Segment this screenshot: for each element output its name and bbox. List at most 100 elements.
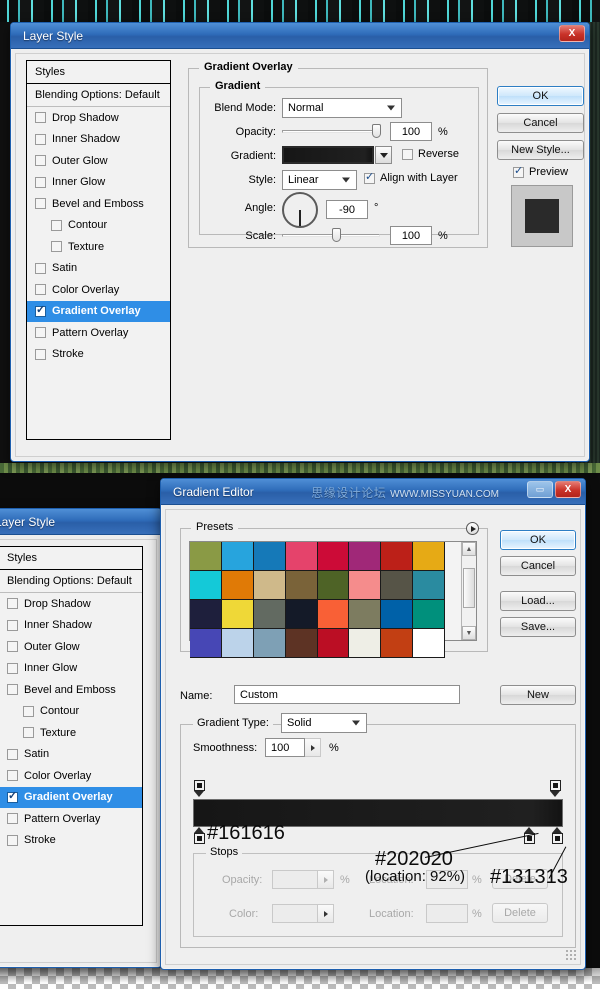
close-icon[interactable]: X [559, 25, 585, 42]
preset-swatch[interactable] [285, 571, 318, 600]
preset-swatch[interactable] [190, 571, 222, 600]
align-with-layer-checkbox[interactable] [364, 171, 375, 184]
preset-swatch[interactable] [253, 629, 286, 658]
preset-swatch[interactable] [381, 571, 414, 600]
checkbox-icon[interactable] [35, 304, 46, 317]
checkbox-icon[interactable] [7, 598, 18, 610]
preset-swatch[interactable] [221, 542, 254, 571]
style-row[interactable]: Gradient Overlay [27, 300, 170, 322]
style-row[interactable]: Color Overlay [0, 765, 142, 787]
style-row[interactable]: Stroke [0, 830, 142, 852]
preset-swatch[interactable] [285, 542, 318, 571]
stop-delete-button-2[interactable]: Delete [492, 903, 548, 923]
smoothness-spinner[interactable] [305, 738, 321, 757]
blend-mode-select[interactable]: Normal [282, 98, 402, 118]
opacity-stop-right[interactable] [549, 780, 562, 797]
preset-swatch[interactable] [349, 542, 382, 571]
preset-swatch[interactable] [253, 571, 286, 600]
scale-input[interactable]: 100 [390, 226, 432, 245]
checkbox-icon[interactable] [7, 641, 18, 653]
style-row[interactable]: Texture [0, 722, 142, 744]
blending-options-row-2[interactable]: Blending Options: Default [0, 570, 142, 593]
scrollbar-thumb[interactable] [463, 568, 475, 608]
checkbox-icon[interactable] [35, 176, 46, 188]
style-row[interactable]: Drop Shadow [0, 593, 142, 615]
preset-swatch[interactable] [317, 629, 350, 658]
preset-swatch[interactable] [381, 542, 414, 571]
gradient-ok-button[interactable]: OK [500, 530, 576, 550]
preset-swatch[interactable] [349, 600, 382, 629]
preset-swatch[interactable] [413, 629, 445, 658]
close-icon[interactable]: X [555, 481, 581, 498]
checkbox-icon[interactable] [35, 198, 46, 210]
style-row[interactable]: Outer Glow [0, 636, 142, 658]
scroll-down-icon[interactable]: ▼ [462, 626, 476, 640]
new-style-button[interactable]: New Style... [497, 140, 584, 160]
opacity-slider-knob[interactable] [372, 124, 381, 138]
stop-opacity-spinner[interactable] [318, 870, 334, 889]
presets-menu-button[interactable] [466, 522, 479, 535]
style-row[interactable]: Drop Shadow [27, 107, 170, 129]
checkbox-icon[interactable] [7, 619, 18, 631]
preset-swatch[interactable] [317, 542, 350, 571]
checkbox-icon[interactable] [7, 662, 18, 674]
style-row[interactable]: Inner Glow [0, 658, 142, 680]
style-row[interactable]: Satin [0, 744, 142, 766]
ok-button[interactable]: OK [497, 86, 584, 106]
style-row[interactable]: Satin [27, 258, 170, 280]
checkbox-icon[interactable] [7, 834, 18, 846]
checkbox-icon[interactable] [35, 262, 46, 274]
style-row[interactable]: Pattern Overlay [27, 322, 170, 344]
cancel-button[interactable]: Cancel [497, 113, 584, 133]
checkbox-icon[interactable] [35, 284, 46, 296]
checkbox-icon[interactable] [7, 813, 18, 825]
preset-swatch[interactable] [381, 629, 414, 658]
scroll-up-icon[interactable]: ▲ [462, 542, 476, 556]
stop-opacity-input[interactable] [272, 870, 318, 889]
blending-options-row[interactable]: Blending Options: Default [27, 84, 170, 107]
gradient-cancel-button[interactable]: Cancel [500, 556, 576, 576]
preset-swatch[interactable] [381, 600, 414, 629]
gradient-preview-swatch[interactable] [282, 146, 374, 164]
opacity-slider-track[interactable] [282, 130, 380, 133]
color-stop-0[interactable] [193, 827, 206, 844]
preset-swatch[interactable] [413, 542, 445, 571]
gradient-type-select[interactable]: Solid [281, 713, 367, 733]
checkbox-icon[interactable] [7, 790, 18, 803]
layer-style-2-titlebar[interactable]: Layer Style [0, 509, 161, 535]
preset-swatch[interactable] [285, 600, 318, 629]
resize-grip[interactable] [565, 949, 577, 961]
angle-dial[interactable] [282, 192, 318, 228]
style-row[interactable]: Texture [27, 236, 170, 258]
name-input[interactable]: Custom [234, 685, 460, 704]
reverse-checkbox[interactable] [402, 149, 413, 160]
preset-swatch[interactable] [413, 571, 445, 600]
preset-swatch[interactable] [349, 629, 382, 658]
gradient-load-button[interactable]: Load... [500, 591, 576, 611]
checkbox-icon[interactable] [51, 241, 62, 253]
opacity-stop-left[interactable] [193, 780, 206, 797]
style-row[interactable]: Inner Shadow [0, 615, 142, 637]
preset-swatch[interactable] [221, 629, 254, 658]
stop-color-swatch[interactable] [272, 904, 318, 923]
checkbox-icon[interactable] [7, 748, 18, 760]
layer-style-titlebar[interactable]: Layer Style X [11, 23, 589, 49]
stop-location-input-2[interactable] [426, 904, 468, 923]
stop-color-picker-button[interactable] [318, 904, 334, 923]
preset-swatch[interactable] [317, 600, 350, 629]
gradient-save-button[interactable]: Save... [500, 617, 576, 637]
checkbox-icon[interactable] [51, 219, 62, 231]
checkbox-icon[interactable] [35, 327, 46, 339]
style-row[interactable]: Inner Shadow [27, 129, 170, 151]
style-select[interactable]: Linear [282, 170, 357, 190]
checkbox-icon[interactable] [35, 112, 46, 124]
style-row[interactable]: Bevel and Emboss [0, 679, 142, 701]
color-stop-100[interactable] [551, 827, 564, 844]
style-row[interactable]: Stroke [27, 344, 170, 366]
preset-swatch[interactable] [221, 600, 254, 629]
style-row[interactable]: Gradient Overlay [0, 786, 142, 808]
checkbox-icon[interactable] [23, 727, 34, 739]
style-row[interactable]: Contour [0, 701, 142, 723]
preset-swatch[interactable] [317, 571, 350, 600]
preset-swatch[interactable] [221, 571, 254, 600]
